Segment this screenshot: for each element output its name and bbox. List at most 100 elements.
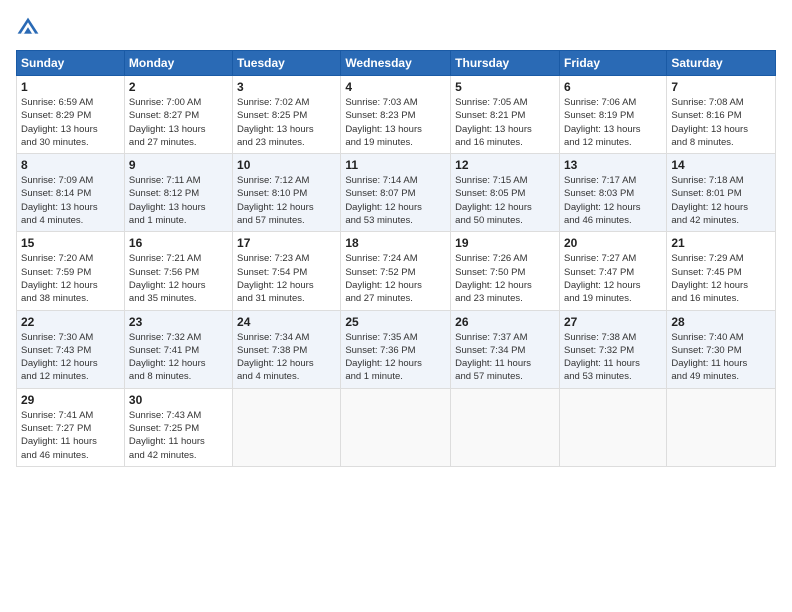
week-row-4: 22 Sunrise: 7:30 AMSunset: 7:43 PMDayligh… bbox=[17, 310, 776, 388]
calendar-cell: 3Sunrise: 7:02 AMSunset: 8:25 PMDaylight… bbox=[233, 76, 341, 154]
day-detail: Sunrise: 7:11 AMSunset: 8:12 PMDaylight:… bbox=[129, 174, 228, 227]
weekday-header-sunday: Sunday bbox=[17, 51, 125, 76]
weekday-header-row: SundayMondayTuesdayWednesdayThursdayFrid… bbox=[17, 51, 776, 76]
day-number: 22 bbox=[21, 315, 120, 329]
day-detail: Sunrise: 7:06 AMSunset: 8:19 PMDaylight:… bbox=[564, 96, 662, 149]
calendar-cell: 10Sunrise: 7:12 AMSunset: 8:10 PMDayligh… bbox=[233, 154, 341, 232]
calendar-cell: 22 Sunrise: 7:30 AMSunset: 7:43 PMDayligh… bbox=[17, 310, 125, 388]
day-detail: Sunrise: 7:20 AMSunset: 7:59 PMDaylight:… bbox=[21, 252, 120, 305]
day-detail: Sunrise: 7:14 AMSunset: 8:07 PMDaylight:… bbox=[345, 174, 446, 227]
calendar-cell: 27Sunrise: 7:38 AMSunset: 7:32 PMDayligh… bbox=[559, 310, 666, 388]
weekday-header-wednesday: Wednesday bbox=[341, 51, 451, 76]
day-number: 14 bbox=[671, 158, 771, 172]
day-number: 21 bbox=[671, 236, 771, 250]
calendar-cell: 1Sunrise: 6:59 AMSunset: 8:29 PMDaylight… bbox=[17, 76, 125, 154]
week-row-3: 15 Sunrise: 7:20 AMSunset: 7:59 PMDayligh… bbox=[17, 232, 776, 310]
day-number: 30 bbox=[129, 393, 228, 407]
day-number: 8 bbox=[21, 158, 120, 172]
day-number: 2 bbox=[129, 80, 228, 94]
day-detail: Sunrise: 7:21 AMSunset: 7:56 PMDaylight:… bbox=[129, 252, 228, 305]
day-number: 12 bbox=[455, 158, 555, 172]
day-detail: Sunrise: 7:17 AMSunset: 8:03 PMDaylight:… bbox=[564, 174, 662, 227]
day-detail: Sunrise: 6:59 AMSunset: 8:29 PMDaylight:… bbox=[21, 96, 120, 149]
calendar-cell: 6 Sunrise: 7:06 AMSunset: 8:19 PMDaylight… bbox=[559, 76, 666, 154]
calendar-cell: 15 Sunrise: 7:20 AMSunset: 7:59 PMDayligh… bbox=[17, 232, 125, 310]
day-number: 26 bbox=[455, 315, 555, 329]
calendar-cell: 14 Sunrise: 7:18 AMSunset: 8:01 PMDayligh… bbox=[667, 154, 776, 232]
day-number: 11 bbox=[345, 158, 446, 172]
calendar-cell: 29 Sunrise: 7:41 AMSunset: 7:27 PMDayligh… bbox=[17, 388, 125, 466]
page-header bbox=[16, 16, 776, 40]
week-row-1: 1Sunrise: 6:59 AMSunset: 8:29 PMDaylight… bbox=[17, 76, 776, 154]
day-detail: Sunrise: 7:18 AMSunset: 8:01 PMDaylight:… bbox=[671, 174, 771, 227]
day-detail: Sunrise: 7:00 AMSunset: 8:27 PMDaylight:… bbox=[129, 96, 228, 149]
calendar-cell bbox=[667, 388, 776, 466]
calendar-cell: 19 Sunrise: 7:26 AMSunset: 7:50 PMDayligh… bbox=[451, 232, 560, 310]
day-number: 29 bbox=[21, 393, 120, 407]
calendar-cell: 18 Sunrise: 7:24 AMSunset: 7:52 PMDayligh… bbox=[341, 232, 451, 310]
day-number: 13 bbox=[564, 158, 662, 172]
day-detail: Sunrise: 7:15 AMSunset: 8:05 PMDaylight:… bbox=[455, 174, 555, 227]
day-number: 5 bbox=[455, 80, 555, 94]
day-detail: Sunrise: 7:41 AMSunset: 7:27 PMDaylight:… bbox=[21, 409, 120, 462]
day-detail: Sunrise: 7:02 AMSunset: 8:25 PMDaylight:… bbox=[237, 96, 336, 149]
day-number: 15 bbox=[21, 236, 120, 250]
calendar-cell bbox=[233, 388, 341, 466]
day-detail: Sunrise: 7:08 AMSunset: 8:16 PMDaylight:… bbox=[671, 96, 771, 149]
day-number: 23 bbox=[129, 315, 228, 329]
day-number: 18 bbox=[345, 236, 446, 250]
day-detail: Sunrise: 7:26 AMSunset: 7:50 PMDaylight:… bbox=[455, 252, 555, 305]
calendar-cell: 17 Sunrise: 7:23 AMSunset: 7:54 PMDayligh… bbox=[233, 232, 341, 310]
calendar-cell: 11 Sunrise: 7:14 AMSunset: 8:07 PMDayligh… bbox=[341, 154, 451, 232]
weekday-header-friday: Friday bbox=[559, 51, 666, 76]
calendar-cell: 4Sunrise: 7:03 AMSunset: 8:23 PMDaylight… bbox=[341, 76, 451, 154]
day-number: 6 bbox=[564, 80, 662, 94]
day-detail: Sunrise: 7:09 AMSunset: 8:14 PMDaylight:… bbox=[21, 174, 120, 227]
logo-icon bbox=[16, 16, 40, 40]
day-detail: Sunrise: 7:35 AMSunset: 7:36 PMDaylight:… bbox=[345, 331, 446, 384]
calendar-body: 1Sunrise: 6:59 AMSunset: 8:29 PMDaylight… bbox=[17, 76, 776, 467]
day-detail: Sunrise: 7:34 AMSunset: 7:38 PMDaylight:… bbox=[237, 331, 336, 384]
day-detail: Sunrise: 7:32 AMSunset: 7:41 PMDaylight:… bbox=[129, 331, 228, 384]
day-detail: Sunrise: 7:23 AMSunset: 7:54 PMDaylight:… bbox=[237, 252, 336, 305]
week-row-5: 29 Sunrise: 7:41 AMSunset: 7:27 PMDayligh… bbox=[17, 388, 776, 466]
day-number: 24 bbox=[237, 315, 336, 329]
weekday-header-thursday: Thursday bbox=[451, 51, 560, 76]
day-detail: Sunrise: 7:24 AMSunset: 7:52 PMDaylight:… bbox=[345, 252, 446, 305]
day-detail: Sunrise: 7:29 AMSunset: 7:45 PMDaylight:… bbox=[671, 252, 771, 305]
calendar-cell bbox=[451, 388, 560, 466]
calendar-cell: 20 Sunrise: 7:27 AMSunset: 7:47 PMDayligh… bbox=[559, 232, 666, 310]
calendar-cell: 12 Sunrise: 7:15 AMSunset: 8:05 PMDayligh… bbox=[451, 154, 560, 232]
day-number: 25 bbox=[345, 315, 446, 329]
calendar-cell: 5 Sunrise: 7:05 AMSunset: 8:21 PMDaylight… bbox=[451, 76, 560, 154]
calendar-cell: 25 Sunrise: 7:35 AMSunset: 7:36 PMDayligh… bbox=[341, 310, 451, 388]
weekday-header-saturday: Saturday bbox=[667, 51, 776, 76]
day-number: 27 bbox=[564, 315, 662, 329]
weekday-header-tuesday: Tuesday bbox=[233, 51, 341, 76]
day-detail: Sunrise: 7:30 AMSunset: 7:43 PMDaylight:… bbox=[21, 331, 120, 384]
calendar-cell bbox=[559, 388, 666, 466]
calendar-cell: 2 Sunrise: 7:00 AMSunset: 8:27 PMDaylight… bbox=[124, 76, 232, 154]
calendar-cell: 30Sunrise: 7:43 AMSunset: 7:25 PMDayligh… bbox=[124, 388, 232, 466]
calendar-cell: 24 Sunrise: 7:34 AMSunset: 7:38 PMDayligh… bbox=[233, 310, 341, 388]
calendar-cell: 13 Sunrise: 7:17 AMSunset: 8:03 PMDayligh… bbox=[559, 154, 666, 232]
day-detail: Sunrise: 7:27 AMSunset: 7:47 PMDaylight:… bbox=[564, 252, 662, 305]
calendar-cell: 8 Sunrise: 7:09 AMSunset: 8:14 PMDaylight… bbox=[17, 154, 125, 232]
calendar-cell: 23 Sunrise: 7:32 AMSunset: 7:41 PMDayligh… bbox=[124, 310, 232, 388]
day-number: 19 bbox=[455, 236, 555, 250]
day-detail: Sunrise: 7:05 AMSunset: 8:21 PMDaylight:… bbox=[455, 96, 555, 149]
calendar-cell: 16Sunrise: 7:21 AMSunset: 7:56 PMDayligh… bbox=[124, 232, 232, 310]
page-container: SundayMondayTuesdayWednesdayThursdayFrid… bbox=[0, 0, 792, 475]
day-detail: Sunrise: 7:12 AMSunset: 8:10 PMDaylight:… bbox=[237, 174, 336, 227]
logo bbox=[16, 16, 44, 40]
day-detail: Sunrise: 7:37 AMSunset: 7:34 PMDaylight:… bbox=[455, 331, 555, 384]
day-detail: Sunrise: 7:40 AMSunset: 7:30 PMDaylight:… bbox=[671, 331, 771, 384]
week-row-2: 8 Sunrise: 7:09 AMSunset: 8:14 PMDaylight… bbox=[17, 154, 776, 232]
day-number: 28 bbox=[671, 315, 771, 329]
calendar-table: SundayMondayTuesdayWednesdayThursdayFrid… bbox=[16, 50, 776, 467]
calendar-cell: 21 Sunrise: 7:29 AMSunset: 7:45 PMDayligh… bbox=[667, 232, 776, 310]
day-number: 17 bbox=[237, 236, 336, 250]
day-number: 20 bbox=[564, 236, 662, 250]
calendar-cell: 28 Sunrise: 7:40 AMSunset: 7:30 PMDayligh… bbox=[667, 310, 776, 388]
weekday-header-monday: Monday bbox=[124, 51, 232, 76]
